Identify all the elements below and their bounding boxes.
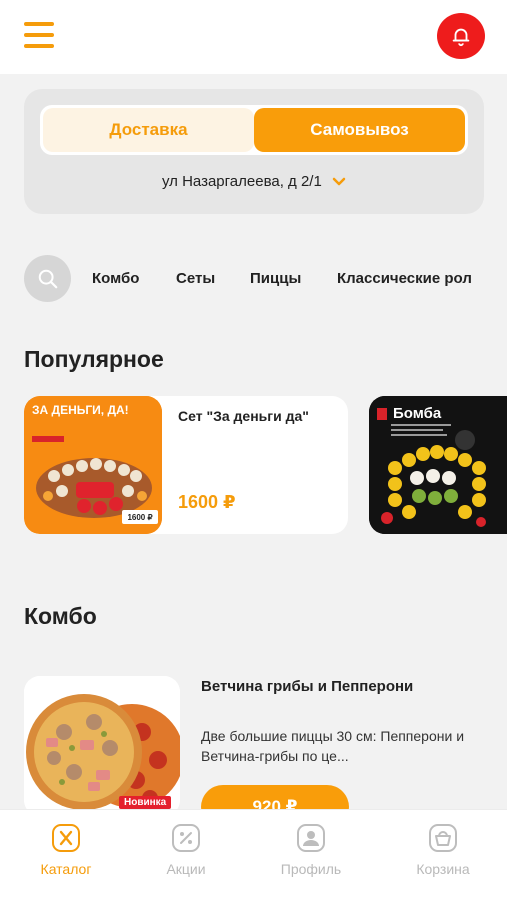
bell-icon	[452, 28, 470, 47]
delivery-mode-switch: Доставка Самовывоз	[40, 105, 468, 155]
tab-promotions[interactable]: Акции	[136, 824, 236, 877]
search-button[interactable]	[24, 255, 71, 302]
bottom-tab-bar: Каталог Акции Профиль Корзина	[0, 809, 507, 900]
catalog-icon	[52, 824, 80, 852]
category-combo[interactable]: Комбо	[92, 270, 139, 287]
popular-item-card[interactable]: Бомба	[369, 396, 507, 534]
set-image: ЗА ДЕНЬГИ, ДА! 1600 ₽	[24, 396, 162, 534]
combo-item-image: Новинка	[24, 676, 180, 816]
category-bar: Комбо Сеты Пиццы Классические рол	[24, 255, 507, 303]
delivery-card: Доставка Самовывоз ул Назаргалеева, д 2/…	[24, 89, 484, 214]
notifications-button[interactable]	[437, 13, 485, 59]
set-image-price: 1600 ₽	[127, 513, 152, 522]
popular-section-title: Популярное	[24, 346, 164, 372]
popular-item-price: 1600 ₽	[178, 492, 236, 512]
combo-item-name: Ветчина грибы и Пепперони	[201, 678, 414, 695]
new-badge: Новинка	[119, 796, 172, 809]
address-selector[interactable]: ул Назаргалеева, д 2/1	[24, 173, 484, 190]
set-image-title: ЗА ДЕНЬГИ, ДА!	[32, 403, 129, 417]
popular-item-name: Сет "За деньги да"	[178, 408, 309, 424]
top-bar	[0, 0, 507, 74]
tab-promotions-label: Акции	[166, 861, 206, 877]
category-classic-rolls[interactable]: Классические рол	[337, 270, 472, 287]
bomba-image-title: Бомба	[393, 405, 442, 422]
tab-delivery[interactable]: Доставка	[43, 108, 254, 152]
address-text: ул Назаргалеева, д 2/1	[161, 173, 322, 190]
category-sets[interactable]: Сеты	[176, 270, 215, 287]
basket-icon	[429, 824, 457, 852]
percent-icon	[172, 824, 200, 852]
profile-icon	[297, 824, 325, 852]
tab-catalog-label: Каталог	[40, 861, 92, 877]
tab-profile[interactable]: Профиль	[261, 824, 361, 877]
tab-pickup[interactable]: Самовывоз	[254, 108, 465, 152]
chevron-down-icon	[332, 177, 346, 186]
hamburger-menu-icon[interactable]	[24, 22, 54, 48]
search-icon	[38, 269, 57, 288]
combo-section-title: Комбо	[24, 603, 97, 629]
tab-profile-label: Профиль	[280, 861, 342, 877]
tab-catalog[interactable]: Каталог	[16, 824, 116, 877]
tab-cart-label: Корзина	[416, 861, 470, 877]
combo-item-card[interactable]: Новинка Ветчина грибы и Пепперони Две бо…	[24, 676, 484, 829]
popular-item-card[interactable]: ЗА ДЕНЬГИ, ДА! 1600 ₽ Сет "За деньги да"…	[24, 396, 348, 534]
combo-item-description: Две большие пиццы 30 см: Пепперони и Вет…	[201, 728, 465, 764]
tab-cart[interactable]: Корзина	[393, 824, 493, 877]
category-pizzas[interactable]: Пиццы	[250, 270, 301, 287]
bomba-set-image: Бомба	[369, 396, 507, 534]
